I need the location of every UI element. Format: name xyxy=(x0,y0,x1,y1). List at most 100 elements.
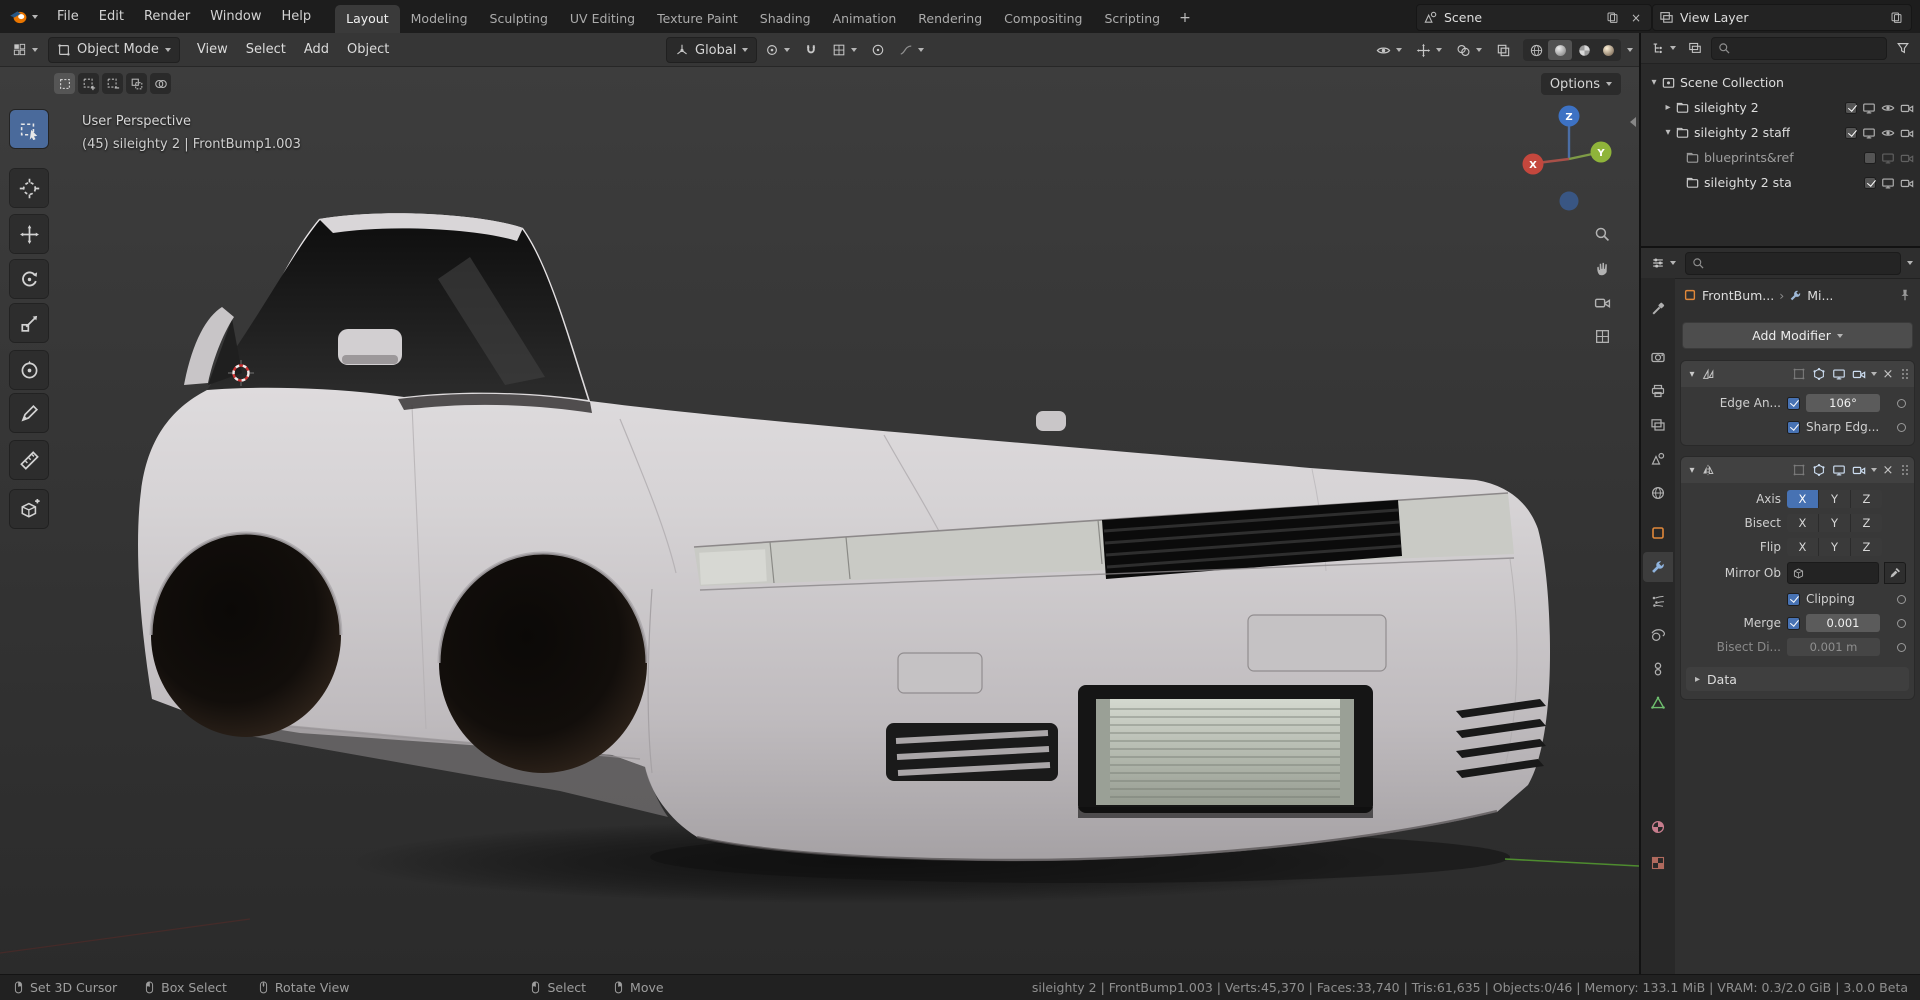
render-camera-icon[interactable] xyxy=(1900,101,1914,115)
flip-x-toggle[interactable]: X xyxy=(1787,538,1819,556)
menu-help[interactable]: Help xyxy=(272,0,322,33)
render-camera-icon[interactable] xyxy=(1900,126,1914,140)
modifier-close-button[interactable]: × xyxy=(1880,463,1896,478)
shading-rendered-button[interactable] xyxy=(1596,40,1620,60)
panel-expand-icon[interactable]: ▾ xyxy=(1686,465,1698,476)
edge-angle-value[interactable]: 106° xyxy=(1806,394,1880,412)
edit-mode-toggle[interactable] xyxy=(1810,365,1828,383)
select-mode-subtract-button[interactable] xyxy=(102,73,123,94)
bisect-y-toggle[interactable]: Y xyxy=(1819,514,1851,532)
viewport-display-icon[interactable] xyxy=(1881,176,1895,190)
animate-dot-icon[interactable] xyxy=(1897,422,1906,432)
tool-rotate[interactable] xyxy=(10,260,48,298)
pin-icon[interactable] xyxy=(1898,288,1912,302)
breadcrumb-modifier[interactable]: Mi... xyxy=(1807,288,1833,303)
properties-tab-render[interactable] xyxy=(1643,342,1673,372)
view-layer-selector[interactable]: View Layer xyxy=(1652,4,1912,31)
menu-render[interactable]: Render xyxy=(134,0,200,33)
properties-tab-object[interactable] xyxy=(1643,518,1673,548)
tool-move[interactable] xyxy=(10,215,48,253)
proportional-editing-button[interactable] xyxy=(865,38,891,62)
workspace-tab-shading[interactable]: Shading xyxy=(749,5,822,33)
exclude-checkbox[interactable] xyxy=(1845,101,1857,114)
modifier-close-button[interactable]: × xyxy=(1880,367,1896,382)
render-camera-icon[interactable] xyxy=(1900,151,1914,165)
expand-icon[interactable]: ▾ xyxy=(1661,127,1675,138)
animate-dot-icon[interactable] xyxy=(1897,398,1906,408)
properties-tab-particles[interactable] xyxy=(1643,586,1673,616)
editor-type-button[interactable] xyxy=(6,38,44,62)
workspace-tab-modeling[interactable]: Modeling xyxy=(400,5,479,33)
pivot-point-button[interactable] xyxy=(759,38,796,62)
pan-button[interactable] xyxy=(1591,257,1613,279)
realtime-toggle[interactable] xyxy=(1830,365,1848,383)
drag-handle-icon[interactable] xyxy=(1902,369,1904,371)
realtime-toggle[interactable] xyxy=(1830,461,1848,479)
menu-edit[interactable]: Edit xyxy=(89,0,134,33)
tool-add-cube[interactable] xyxy=(10,490,48,528)
bisect-distance-value[interactable]: 0.001 m xyxy=(1787,638,1880,656)
outliner-row-scene-collection[interactable]: ▾ Scene Collection xyxy=(1641,70,1920,95)
show-gizmo-button[interactable] xyxy=(1410,38,1448,62)
properties-tab-texture[interactable] xyxy=(1643,848,1673,878)
zoom-button[interactable] xyxy=(1591,223,1613,245)
outliner-editor-type-button[interactable] xyxy=(1648,36,1679,60)
workspace-tab-layout[interactable]: Layout xyxy=(335,5,400,33)
bisect-x-toggle[interactable]: X xyxy=(1787,514,1819,532)
scene-selector[interactable]: Scene × xyxy=(1416,4,1652,31)
camera-view-button[interactable] xyxy=(1591,291,1613,313)
transform-orientation-select[interactable]: Global xyxy=(666,37,758,63)
sharp-edges-checkbox[interactable] xyxy=(1787,420,1800,434)
outliner-search-input[interactable] xyxy=(1711,36,1887,60)
tool-transform[interactable] xyxy=(10,351,48,389)
properties-tab-constraints[interactable] xyxy=(1643,654,1673,684)
proportional-falloff-button[interactable] xyxy=(893,38,930,62)
gizmo-y-axis-handle[interactable]: Y xyxy=(1590,141,1612,163)
animate-dot-icon[interactable] xyxy=(1897,594,1906,604)
select-mode-extend-button[interactable] xyxy=(78,73,99,94)
blender-app-menu-button[interactable] xyxy=(0,0,47,33)
sidebar-toggle-arrow[interactable] xyxy=(1630,117,1636,127)
clipping-checkbox[interactable] xyxy=(1787,592,1800,606)
axis-x-toggle[interactable]: X xyxy=(1787,490,1819,508)
car-model[interactable] xyxy=(138,213,1550,862)
properties-tab-scene[interactable] xyxy=(1643,444,1673,474)
data-subpanel-header[interactable]: ▸ Data xyxy=(1686,667,1909,691)
render-toggle[interactable] xyxy=(1850,461,1868,479)
axis-y-toggle[interactable]: Y xyxy=(1819,490,1851,508)
outliner-display-mode-button[interactable] xyxy=(1685,36,1705,60)
menu-select[interactable]: Select xyxy=(237,33,295,67)
edge-angle-checkbox[interactable] xyxy=(1787,396,1800,410)
expand-icon[interactable]: ▾ xyxy=(1647,77,1661,88)
workspace-tab-uv-editing[interactable]: UV Editing xyxy=(559,5,646,33)
menu-view[interactable]: View xyxy=(188,33,237,67)
properties-editor-type-button[interactable] xyxy=(1648,251,1679,275)
orthographic-toggle-button[interactable] xyxy=(1591,325,1613,347)
workspace-tab-rendering[interactable]: Rendering xyxy=(907,5,993,33)
eyedropper-button[interactable] xyxy=(1884,562,1906,584)
new-view-layer-button[interactable] xyxy=(1887,9,1905,27)
gizmo-negative-z-handle[interactable] xyxy=(1559,191,1579,211)
properties-tab-view-layer[interactable] xyxy=(1643,410,1673,440)
properties-tab-physics[interactable] xyxy=(1643,620,1673,650)
object-visibility-button[interactable] xyxy=(1370,38,1408,62)
gizmo-z-axis-handle[interactable]: Z xyxy=(1558,105,1580,127)
bisect-z-toggle[interactable]: Z xyxy=(1851,514,1882,532)
mirror-object-field[interactable] xyxy=(1787,562,1879,584)
workspace-tab-compositing[interactable]: Compositing xyxy=(993,5,1093,33)
flip-y-toggle[interactable]: Y xyxy=(1819,538,1851,556)
tool-annotate[interactable] xyxy=(10,394,48,432)
tool-measure[interactable] xyxy=(10,441,48,479)
properties-tab-tool[interactable] xyxy=(1643,294,1673,324)
menu-file[interactable]: File xyxy=(47,0,89,33)
viewport-3d-scene[interactable] xyxy=(0,67,1639,974)
modifier-extras-chevron-icon[interactable] xyxy=(1871,372,1877,376)
tool-scale[interactable] xyxy=(10,304,48,342)
menu-add[interactable]: Add xyxy=(295,33,338,67)
shading-wireframe-button[interactable] xyxy=(1524,40,1548,60)
properties-filter-chevron-icon[interactable] xyxy=(1907,261,1913,265)
add-modifier-button[interactable]: Add Modifier xyxy=(1682,322,1913,349)
add-workspace-button[interactable]: + xyxy=(1171,4,1199,33)
show-overlays-button[interactable] xyxy=(1450,38,1488,62)
unlink-scene-button[interactable]: × xyxy=(1627,9,1645,27)
